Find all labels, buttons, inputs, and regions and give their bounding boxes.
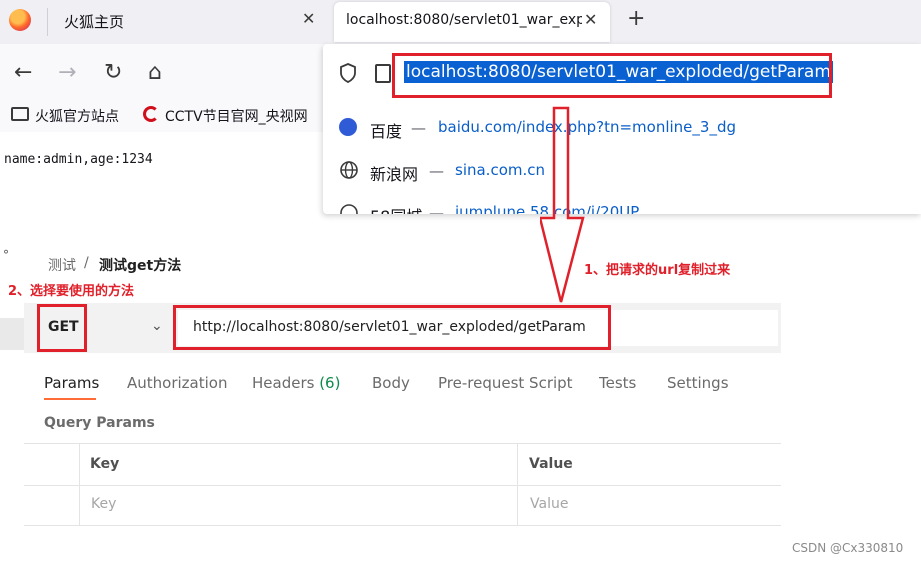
tab-headers-label: Headers [252,374,320,392]
cctv-logo-icon [143,106,159,122]
suggestion-dash: — [429,162,444,180]
firefox-logo-icon [9,9,31,31]
tab-body[interactable]: Body [372,374,410,392]
bookmark-firefox-official[interactable]: 火狐官方站点 [35,106,119,126]
breadcrumb-collection[interactable]: 测试 [48,255,76,275]
param-value-input[interactable]: Value [530,496,568,512]
suggestion-baidu-name[interactable]: 百度 [370,118,402,142]
forward-arrow-icon[interactable]: → [58,60,76,85]
table-border [24,485,781,486]
query-params-title: Query Params [44,415,155,431]
suggestion-dash: — [429,204,444,214]
chevron-down-icon[interactable]: ⌄ [151,318,163,334]
column-header-value: Value [529,456,573,472]
tab-tests[interactable]: Tests [599,374,636,392]
page-icon [375,64,391,83]
breadcrumb-request-name[interactable]: 测试get方法 [99,255,181,275]
headers-count-badge: (6) [319,374,341,392]
shield-icon[interactable] [339,63,357,88]
tab-close-icon[interactable]: ✕ [302,9,315,28]
suggestion-sina-name[interactable]: 新浪网 [370,161,418,185]
table-border [24,443,781,444]
new-tab-button[interactable]: + [627,6,645,31]
globe-icon [339,160,359,185]
active-tab-indicator [44,398,96,400]
suggestion-dash: — [411,119,426,137]
tab-firefox-home[interactable]: 火狐主页 [64,11,124,32]
degree-glyph: ° [3,248,9,262]
tab-separator [47,8,48,36]
column-header-key: Key [90,456,120,472]
annotation-box-url [392,53,832,98]
page-response-text: name:admin,age:1234 [4,152,153,167]
annotation-step1: 1、把请求的url复制过来 [584,263,731,278]
tab-settings[interactable]: Settings [667,374,729,392]
table-border [79,443,80,525]
folder-icon [11,107,29,121]
suggestion-sina-url[interactable]: sina.com.cn [455,161,545,179]
baidu-paw-icon [339,118,357,136]
tab-authorization[interactable]: Authorization [127,374,227,392]
annotation-box-request-url [173,305,611,350]
sidebar-edge [0,318,24,350]
param-key-input[interactable]: Key [91,496,116,512]
tab-pre-request-script[interactable]: Pre-request Script [438,374,573,392]
table-border [24,525,781,526]
globe-icon [339,203,359,214]
annotation-arrow-down [540,106,585,303]
back-arrow-icon[interactable]: ← [14,60,32,85]
tab-headers[interactable]: Headers (6) [252,374,340,392]
annotation-step2: 2、选择要使用的方法 [8,284,135,299]
tab-params[interactable]: Params [44,374,99,392]
table-border [517,443,518,525]
annotation-box-method [37,304,87,352]
bookmark-cctv[interactable]: CCTV节目官网_央视网 [165,106,308,126]
reload-icon[interactable]: ↻ [104,60,122,85]
home-icon[interactable]: ⌂ [148,60,162,85]
tab-close-icon[interactable]: ✕ [584,10,597,29]
suggestion-58-name[interactable]: 58同城 [370,203,422,214]
breadcrumb-separator: / [84,255,89,271]
tab-active-title: localhost:8080/servlet01_war_exploded/ge… [346,12,582,28]
suggestion-clip: 58同城 — jumplune.58.com/i/20UP [323,200,921,214]
watermark: CSDN @Cx330810 [792,541,904,555]
